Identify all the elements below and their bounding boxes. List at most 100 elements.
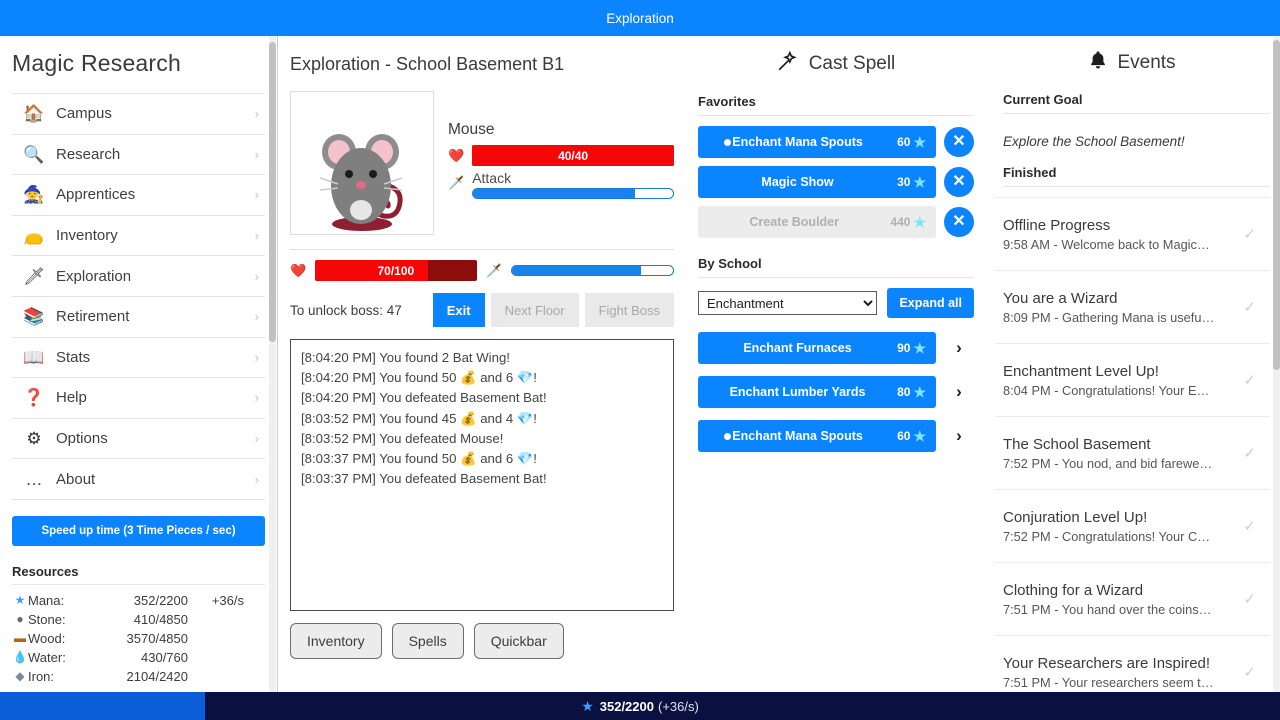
chevron-right-icon: › [255, 431, 265, 446]
enemy-sprite [290, 91, 434, 235]
sidebar-item-retirement[interactable]: 📚Retirement› [12, 297, 265, 338]
player-stats-row: ❤️ 70/100 🗡️ [290, 260, 674, 281]
spells-button[interactable]: Spells [392, 623, 464, 659]
exploration-actions: To unlock boss: 47 Exit Next Floor Fight… [290, 293, 674, 327]
event-text: Offline Progress9:58 AM - Welcome back t… [1003, 217, 1243, 252]
sword-icon: 🗡️ [486, 264, 502, 277]
sidebar-item-label: Stats [56, 349, 255, 366]
exploration-log[interactable]: [8:04:20 PM] You found 2 Bat Wing![8:04:… [290, 339, 674, 611]
resources-list: ★Mana:352/2200+36/s●Stone:410/4850▬Wood:… [12, 591, 265, 686]
fight-boss-button[interactable]: Fight Boss [585, 293, 674, 327]
school-filter-row: Enchantment Expand all [698, 288, 974, 318]
mana-star-icon: ★ [12, 593, 28, 607]
mana-star-icon: ★ [913, 174, 926, 191]
question-icon: ❓ [12, 389, 56, 406]
event-title: You are a Wizard [1003, 290, 1243, 307]
remove-favorite-button[interactable]: ✕ [944, 167, 974, 197]
event-item[interactable]: Clothing for a Wizard7:51 PM - You hand … [995, 562, 1270, 635]
expand-all-button[interactable]: Expand all [887, 288, 974, 318]
chevron-right-icon: › [255, 106, 265, 121]
event-text: The School Basement7:52 PM - You nod, an… [1003, 436, 1243, 471]
sidebar-item-help[interactable]: ❓Help› [12, 378, 265, 419]
enemy-attack-block: 🗡️ Attack [448, 166, 674, 199]
sidebar-item-research[interactable]: 🔍Research› [12, 135, 265, 176]
quickbar-button[interactable]: Quickbar [474, 623, 564, 659]
event-item[interactable]: Offline Progress9:58 AM - Welcome back t… [995, 197, 1270, 270]
expand-spell-chevron-icon[interactable]: › [944, 338, 974, 358]
favorite-spell-button[interactable]: Magic Show30★ [698, 166, 936, 198]
check-icon: ✓ [1243, 371, 1270, 389]
school-spell-button[interactable]: Enchant Lumber Yards80★ [698, 376, 936, 408]
sidebar-item-exploration[interactable]: 🗡Exploration› [12, 256, 265, 297]
mana-star-icon: ★ [581, 698, 594, 715]
event-item[interactable]: Your Researchers are Inspired!7:51 PM - … [995, 635, 1270, 692]
unlock-boss-text: To unlock boss: 47 [290, 303, 433, 318]
event-item[interactable]: You are a Wizard8:09 PM - Gathering Mana… [995, 270, 1270, 343]
events-header: Events [995, 36, 1270, 92]
sidebar: Magic Research 🏠Campus›🔍Research›🧙Appren… [0, 36, 278, 692]
inventory-button[interactable]: Inventory [290, 623, 382, 659]
events-scrollbar-thumb[interactable] [1273, 40, 1280, 370]
school-spell-button[interactable]: Enchant Mana Spouts60★ [698, 420, 936, 452]
player-hp-bar: 70/100 [315, 260, 476, 281]
school-spell-button[interactable]: Enchant Furnaces90★ [698, 332, 936, 364]
event-item[interactable]: Enchantment Level Up!8:04 PM - Congratul… [995, 343, 1270, 416]
sidebar-item-inventory[interactable]: 👝Inventory› [12, 216, 265, 257]
sidebar-item-label: Exploration [56, 268, 255, 285]
remove-favorite-button[interactable]: ✕ [944, 127, 974, 157]
event-title: Enchantment Level Up! [1003, 363, 1243, 380]
magnifier-icon: 🔍 [12, 146, 56, 163]
window-title-bar: Exploration [0, 0, 1280, 36]
exit-button[interactable]: Exit [433, 293, 485, 327]
enemy-stats: Mouse ❤️ 40/40 🗡️ Attack [448, 91, 674, 235]
event-text: Conjuration Level Up!7:52 PM - Congratul… [1003, 509, 1243, 544]
resource-value: 352/2200 [102, 593, 188, 608]
resource-name: Iron: [28, 669, 102, 684]
spell-name: Magic Show [698, 175, 897, 189]
favorite-spell-button[interactable]: Create Boulder440★ [698, 206, 936, 238]
resource-name: Stone: [28, 612, 102, 627]
expand-spell-chevron-icon[interactable]: › [944, 382, 974, 402]
sidebar-item-apprentices[interactable]: 🧙Apprentices› [12, 175, 265, 216]
expand-spell-chevron-icon[interactable]: › [944, 426, 974, 446]
sidebar-item-options[interactable]: ⚙Options› [12, 419, 265, 460]
sidebar-item-stats[interactable]: 📖Stats› [12, 338, 265, 379]
water-icon: 💧 [12, 650, 28, 664]
sidebar-item-campus[interactable]: 🏠Campus› [12, 94, 265, 135]
school-select[interactable]: Enchantment [698, 291, 877, 315]
favorites-list: Enchant Mana Spouts60★ ✕ Magic Show30★ ✕ Cre… [698, 126, 974, 238]
resource-name: Mana: [28, 593, 102, 608]
check-icon: ✓ [1243, 663, 1270, 681]
enemy-hp-text: 40/40 [472, 145, 674, 166]
cast-spell-title: Cast Spell [809, 53, 896, 75]
event-title: Clothing for a Wizard [1003, 582, 1243, 599]
favorite-spell-button[interactable]: Enchant Mana Spouts60★ [698, 126, 936, 158]
event-item[interactable]: Conjuration Level Up!7:52 PM - Congratul… [995, 489, 1270, 562]
events-panel: Events Current Goal Explore the School B… [986, 36, 1280, 692]
school-spell-list: Enchant Furnaces90★ › Enchant Lumber Yards… [698, 332, 974, 452]
events-list: Offline Progress9:58 AM - Welcome back t… [995, 197, 1270, 692]
current-goal-text: Explore the School Basement! [995, 124, 1270, 159]
event-item[interactable]: The School Basement7:52 PM - You nod, an… [995, 416, 1270, 489]
status-bar: ★ 352/2200 (+36/s) [0, 692, 1280, 720]
house-icon: 🏠 [12, 105, 56, 122]
spell-cost: 60★ [897, 134, 936, 151]
sidebar-scrollbar-thumb[interactable] [269, 42, 276, 342]
divider [290, 249, 674, 250]
sidebar-item-about[interactable]: …About› [12, 459, 265, 500]
enemy-attack-bar [472, 188, 674, 199]
resource-row: ●Stone:410/4850 [12, 610, 265, 629]
books-icon: 📚 [12, 308, 56, 325]
heart-icon: ❤️ [290, 264, 306, 277]
next-floor-button[interactable]: Next Floor [491, 293, 579, 327]
remove-favorite-button[interactable]: ✕ [944, 207, 974, 237]
resource-value: 3570/4850 [102, 631, 188, 646]
speed-up-time-button[interactable]: Speed up time (3 Time Pieces / sec) [12, 516, 265, 546]
chevron-right-icon: › [255, 269, 265, 284]
event-subtitle: 7:52 PM - Congratulations! Your C… [1003, 529, 1243, 544]
sidebar-item-label: Help [56, 389, 255, 406]
log-line: [8:04:20 PM] You defeated Basement Bat! [301, 388, 663, 408]
active-dot-icon [724, 139, 731, 146]
resource-name: Water: [28, 650, 102, 665]
sidebar-item-label: Apprentices [56, 186, 255, 203]
